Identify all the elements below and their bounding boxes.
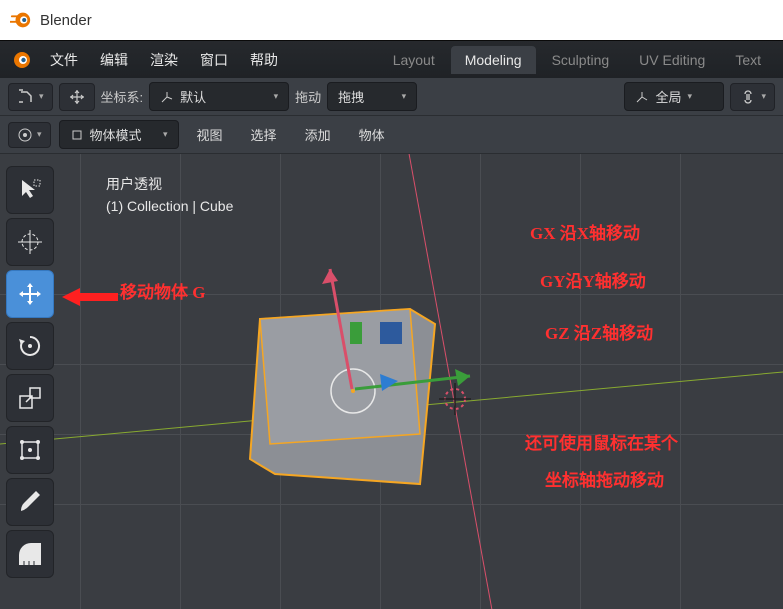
select-menu[interactable]: 选择	[241, 121, 287, 148]
annotation-gz: GZ 沿Z轴移动	[545, 319, 653, 344]
blender-logo-small-icon	[8, 48, 32, 72]
tool-header: ▾ 坐标系: 默认 ▾ 拖动 拖拽 ▾ 全局 ▾ ▾	[0, 78, 783, 116]
scale-icon	[16, 384, 44, 412]
snap-icon	[17, 88, 35, 106]
ruler-icon	[16, 540, 44, 568]
menu-window[interactable]: 窗口	[190, 46, 238, 74]
workspace-tab-uv[interactable]: UV Editing	[625, 46, 719, 74]
menu-file[interactable]: 文件	[40, 46, 88, 74]
drag-label: 拖动	[295, 87, 321, 106]
y-axis-arrow[interactable]	[370, 369, 410, 399]
workspace-tab-text[interactable]: Text	[721, 46, 775, 74]
blender-logo-icon	[10, 9, 32, 31]
transform-icon	[16, 436, 44, 464]
pivot-button[interactable]	[59, 83, 95, 111]
workspace-tab-sculpting[interactable]: Sculpting	[538, 46, 624, 74]
options-button[interactable]: ▾	[730, 83, 775, 111]
orientation-dropdown[interactable]: 默认 ▾	[149, 82, 289, 111]
window-title: Blender	[40, 12, 92, 29]
tool-rotate[interactable]	[6, 322, 54, 370]
orientation-value: 默认	[180, 87, 206, 106]
pivot-icon	[68, 88, 86, 106]
rotate-icon	[16, 332, 44, 360]
annotation-mouse2: 坐标轴拖动移动	[545, 466, 664, 491]
global-icon	[635, 90, 649, 104]
transform-orientation-dropdown[interactable]: 全局 ▾	[624, 82, 724, 111]
annotation-mouse1: 还可使用鼠标在某个	[525, 429, 678, 454]
menu-help[interactable]: 帮助	[240, 46, 288, 74]
link-icon	[739, 88, 757, 106]
tool-measure[interactable]	[6, 530, 54, 578]
add-menu[interactable]: 添加	[295, 121, 341, 148]
global-value: 全局	[655, 87, 681, 106]
menu-render[interactable]: 渲染	[140, 46, 188, 74]
left-toolbar	[6, 166, 54, 578]
pencil-icon	[16, 488, 44, 516]
snap-toggle-button[interactable]: ▾	[8, 83, 53, 111]
cursor-3d	[435, 379, 475, 419]
menu-edit[interactable]: 编辑	[90, 46, 138, 74]
tool-select[interactable]	[6, 166, 54, 214]
tool-transform[interactable]	[6, 426, 54, 474]
annotation-arrow	[60, 282, 120, 312]
view-info-perspective: 用户透视	[106, 174, 162, 194]
drag-mode-value: 拖拽	[338, 87, 364, 106]
drag-mode-dropdown[interactable]: 拖拽 ▾	[327, 82, 417, 111]
move-icon	[16, 280, 44, 308]
mode-value: 物体模式	[90, 125, 142, 144]
object-menu[interactable]: 物体	[349, 121, 395, 148]
cursor-3d-icon	[16, 228, 44, 256]
cursor-icon	[16, 176, 44, 204]
grid-line	[180, 154, 181, 609]
editor-type-button[interactable]: ▾	[8, 122, 51, 148]
editor-header: ▾ 物体模式 ▾ 视图 选择 添加 物体	[0, 116, 783, 154]
coord-system-label: 坐标系:	[101, 87, 144, 106]
view-menu[interactable]: 视图	[187, 121, 233, 148]
annotation-move: 移动物体 G	[120, 278, 205, 303]
workspace-tab-modeling[interactable]: Modeling	[451, 46, 536, 74]
workspace-tab-layout[interactable]: Layout	[379, 46, 449, 74]
mode-dropdown[interactable]: 物体模式 ▾	[59, 120, 179, 149]
grid-line	[0, 504, 783, 505]
object-mode-icon	[70, 128, 84, 142]
view-info-collection: (1) Collection | Cube	[106, 198, 233, 214]
viewport-3d[interactable]: 用户透视 (1) Collection | Cube 移动物体	[0, 154, 783, 609]
tool-cursor[interactable]	[6, 218, 54, 266]
tool-scale[interactable]	[6, 374, 54, 422]
tool-move[interactable]	[6, 270, 54, 318]
annotation-gy: GY沿Y轴移动	[540, 267, 646, 292]
window-title-bar: Blender	[0, 0, 783, 40]
grid-line	[80, 154, 81, 609]
editor-viewport-icon	[17, 127, 33, 143]
main-menu-bar: 文件 编辑 渲染 窗口 帮助 Layout Modeling Sculpting…	[0, 40, 783, 78]
axes-icon	[160, 90, 174, 104]
grid-line	[680, 154, 681, 609]
annotation-gx: GX 沿X轴移动	[530, 219, 640, 244]
tool-annotate[interactable]	[6, 478, 54, 526]
